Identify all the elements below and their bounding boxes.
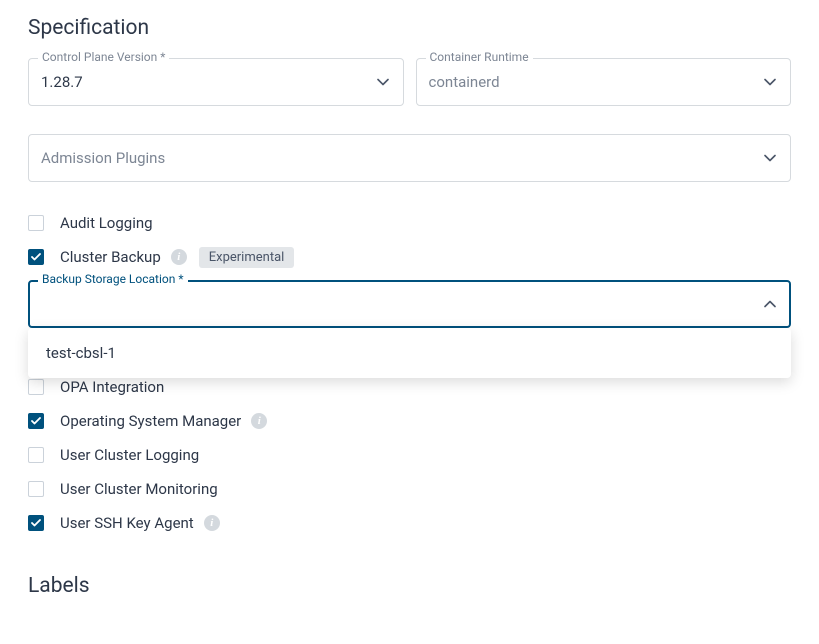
control-plane-version-select[interactable]: 1.28.7 [28, 58, 404, 106]
backup-storage-location-select[interactable] [28, 280, 791, 328]
option-user-cluster-monitoring[interactable]: User Cluster Monitoring [28, 472, 791, 506]
label-audit-logging: Audit Logging [60, 214, 153, 232]
container-runtime-value: containerd [429, 73, 500, 91]
container-runtime-select[interactable]: containerd [416, 58, 792, 106]
experimental-badge: Experimental [199, 247, 295, 268]
label-user-ssh-key-agent: User SSH Key Agent [60, 514, 194, 532]
chevron-up-icon [764, 300, 776, 308]
info-icon[interactable]: i [251, 413, 267, 429]
chevron-down-icon [764, 154, 776, 162]
backup-storage-location-dropdown: test-cbsl-1 [28, 328, 791, 378]
info-icon[interactable]: i [171, 249, 187, 265]
option-user-ssh-key-agent[interactable]: User SSH Key Agent i [28, 506, 791, 540]
checkbox-opa-integration[interactable] [28, 379, 44, 395]
labels-heading: Labels [28, 574, 791, 598]
control-plane-version-field[interactable]: Control Plane Version * 1.28.7 [28, 58, 404, 106]
control-plane-version-value: 1.28.7 [41, 73, 83, 91]
checkbox-operating-system-manager[interactable] [28, 413, 44, 429]
checkbox-user-cluster-monitoring[interactable] [28, 481, 44, 497]
info-icon[interactable]: i [204, 515, 220, 531]
admission-plugins-placeholder: Admission Plugins [41, 149, 165, 167]
checkbox-user-cluster-logging[interactable] [28, 447, 44, 463]
chevron-down-icon [377, 78, 389, 86]
option-audit-logging[interactable]: Audit Logging [28, 206, 791, 240]
container-runtime-label: Container Runtime [426, 50, 533, 64]
option-cluster-backup[interactable]: Cluster Backup i Experimental [28, 240, 791, 274]
checkbox-user-ssh-key-agent[interactable] [28, 515, 44, 531]
backup-storage-location-field[interactable]: Backup Storage Location * test-cbsl-1 [28, 280, 791, 328]
chevron-down-icon [764, 78, 776, 86]
label-user-cluster-logging: User Cluster Logging [60, 446, 199, 464]
backup-storage-location-label: Backup Storage Location * [38, 272, 188, 286]
dropdown-option-test-cbsl-1[interactable]: test-cbsl-1 [28, 332, 791, 374]
checkbox-audit-logging[interactable] [28, 215, 44, 231]
checkbox-cluster-backup[interactable] [28, 249, 44, 265]
specification-heading: Specification [28, 16, 791, 40]
control-plane-version-label: Control Plane Version * [38, 50, 169, 64]
label-operating-system-manager: Operating System Manager [60, 412, 241, 430]
container-runtime-field[interactable]: Container Runtime containerd [416, 58, 792, 106]
admission-plugins-field[interactable]: Admission Plugins [28, 134, 791, 182]
label-user-cluster-monitoring: User Cluster Monitoring [60, 480, 218, 498]
option-operating-system-manager[interactable]: Operating System Manager i [28, 404, 791, 438]
label-opa-integration: OPA Integration [60, 378, 164, 396]
admission-plugins-select[interactable]: Admission Plugins [28, 134, 791, 182]
option-user-cluster-logging[interactable]: User Cluster Logging [28, 438, 791, 472]
label-cluster-backup: Cluster Backup [60, 248, 161, 266]
